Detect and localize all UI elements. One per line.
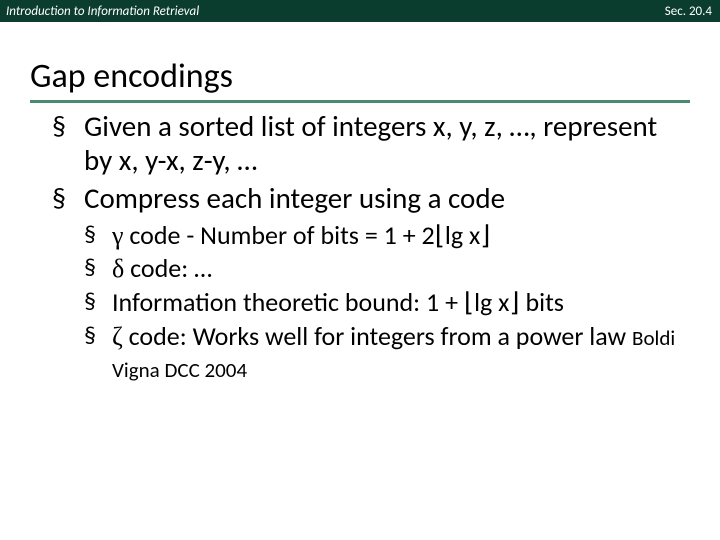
bullet-text: Given a sorted list of integers x, y, z,… xyxy=(84,108,657,178)
text: code: … xyxy=(124,252,212,284)
text: bits xyxy=(520,286,564,318)
floor-left: ⌊ xyxy=(435,221,445,250)
slide-header: Introduction to Information Retrieval Se… xyxy=(0,0,720,22)
text: lg x xyxy=(474,286,509,318)
sub-bullet-item: ζ code: Works well for integers from a p… xyxy=(38,321,690,384)
sub-bullet-item: γ code - Number of bits = 1 + 2⌊lg x⌋ xyxy=(38,220,690,252)
delta-symbol: δ xyxy=(112,254,124,283)
floor-right: ⌋ xyxy=(480,221,490,250)
floor-right: ⌋ xyxy=(509,288,519,317)
sub-bullet-item: δ code: … xyxy=(38,253,690,285)
course-title: Introduction to Information Retrieval xyxy=(6,4,199,19)
floor-left: ⌊ xyxy=(464,288,474,317)
slide-body: Given a sorted list of integers x, y, z,… xyxy=(0,103,720,384)
section-ref: Sec. 20.4 xyxy=(665,4,712,19)
sub-bullet-item: Information theoretic bound: 1 + ⌊lg x⌋ … xyxy=(38,287,690,319)
title-block: Gap encodings xyxy=(0,22,720,103)
text: Information theoretic bound: 1 + xyxy=(112,286,464,318)
text: code: Works well for integers from a pow… xyxy=(123,320,632,352)
text: code - Number of bits = 1 + 2 xyxy=(124,219,435,251)
bullet-item: Compress each integer using a code xyxy=(30,181,690,215)
slide-title: Gap encodings xyxy=(30,56,690,99)
bullet-item: Given a sorted list of integers x, y, z,… xyxy=(30,109,690,177)
sub-bullet-list: γ code - Number of bits = 1 + 2⌊lg x⌋ δ … xyxy=(30,220,690,385)
bullet-text: Compress each integer using a code xyxy=(84,180,505,216)
text: lg x xyxy=(445,219,480,251)
zeta-symbol: ζ xyxy=(112,322,123,351)
gamma-symbol: γ xyxy=(112,221,124,250)
bullet-list: Given a sorted list of integers x, y, z,… xyxy=(30,109,690,216)
